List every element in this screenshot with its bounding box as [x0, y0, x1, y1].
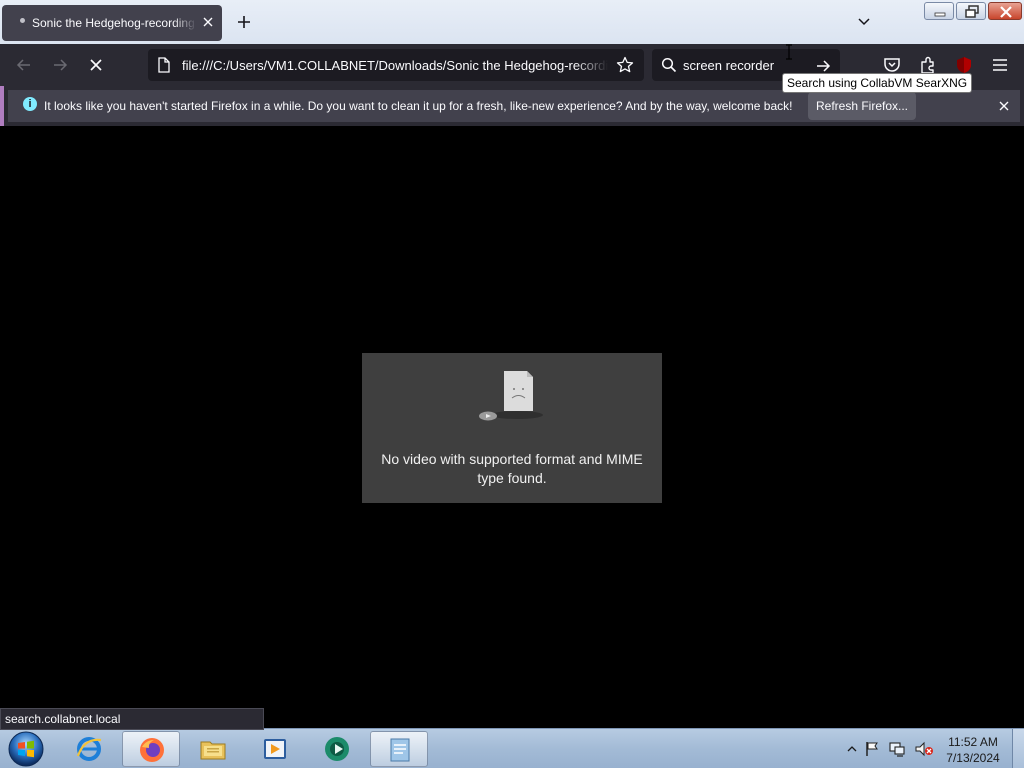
- url-text: file:///C:/Users/VM1.COLLABNET/Downloads…: [182, 58, 608, 73]
- taskbar-firefox[interactable]: [122, 731, 180, 767]
- search-tooltip: Search using CollabVM SearXNG: [782, 73, 973, 93]
- action-center-flag-icon[interactable]: [864, 740, 880, 758]
- chevron-down-icon[interactable]: [856, 14, 872, 30]
- status-bar: search.collabnet.local: [0, 708, 264, 730]
- desktop-screen: Sonic the Hedgehog-recording file:///C:/…: [0, 0, 1024, 768]
- minimize-button[interactable]: [924, 2, 954, 20]
- extensions-icon[interactable]: [918, 55, 938, 75]
- text-cursor-icon: [786, 44, 792, 60]
- search-icon: [661, 57, 677, 73]
- tab-strip: Sonic the Hedgehog-recording: [0, 0, 1024, 44]
- tab-loading-dot: [20, 18, 25, 23]
- tab-sonic-recording[interactable]: Sonic the Hedgehog-recording: [2, 5, 222, 41]
- video-error-message: No video with supported format and MIME …: [381, 451, 643, 486]
- system-tray: [844, 731, 940, 767]
- clock-time: 11:52 AM: [948, 735, 998, 749]
- video-error-box: No video with supported format and MIME …: [362, 353, 662, 503]
- pocket-icon[interactable]: [882, 55, 902, 75]
- taskbar-recorder-app[interactable]: [308, 731, 366, 767]
- url-bar[interactable]: file:///C:/Users/VM1.COLLABNET/Downloads…: [148, 49, 644, 81]
- taskbar-file-explorer[interactable]: [184, 731, 242, 767]
- taskbar-media-player[interactable]: [246, 731, 304, 767]
- media-player-icon: [264, 739, 286, 759]
- arrow-left-icon[interactable]: [14, 55, 34, 75]
- star-icon[interactable]: [616, 56, 634, 74]
- close-icon[interactable]: [996, 98, 1012, 114]
- close-window-button[interactable]: [988, 2, 1022, 20]
- file-explorer-icon: [200, 741, 226, 760]
- broken-video-icon: [479, 371, 543, 421]
- plus-icon[interactable]: [234, 12, 254, 32]
- minimize-icon: [934, 12, 946, 17]
- arrow-right-icon[interactable]: [50, 55, 70, 75]
- tab-title: Sonic the Hedgehog-recording: [32, 16, 195, 30]
- document-icon[interactable]: [157, 57, 171, 73]
- restore-icon: [965, 5, 979, 18]
- search-input[interactable]: screen recorder: [683, 58, 774, 73]
- network-icon[interactable]: [888, 740, 906, 758]
- window-controls: [924, 2, 1022, 21]
- info-icon: i: [23, 97, 37, 111]
- close-icon[interactable]: [200, 14, 216, 30]
- page-content: No video with supported format and MIME …: [0, 126, 1024, 728]
- taskbar-clock[interactable]: 11:52 AM 7/13/2024: [940, 734, 1006, 766]
- firefox-icon: [140, 738, 164, 762]
- stop-loading-icon[interactable]: [86, 55, 106, 75]
- taskbar-internet-explorer[interactable]: [60, 731, 118, 767]
- close-icon: [1000, 6, 1012, 18]
- show-desktop-button[interactable]: [1012, 729, 1024, 768]
- taskbar-notepad-app[interactable]: [370, 731, 428, 767]
- menu-icon[interactable]: [990, 55, 1010, 75]
- clock-date: 7/13/2024: [946, 751, 1000, 765]
- refresh-firefox-button[interactable]: Refresh Firefox...: [808, 92, 916, 120]
- restore-button[interactable]: [956, 2, 986, 20]
- volume-muted-icon[interactable]: [914, 740, 934, 758]
- notepad-app-icon: [390, 738, 410, 762]
- notification-message: It looks like you haven't started Firefo…: [44, 99, 793, 113]
- internet-explorer-icon: [76, 737, 102, 761]
- recorder-app-icon: [325, 737, 349, 761]
- ublock-icon[interactable]: [954, 55, 974, 75]
- start-button[interactable]: [6, 730, 46, 768]
- show-hidden-icons[interactable]: [846, 743, 858, 755]
- taskbar: 11:52 AM 7/13/2024: [0, 728, 1024, 768]
